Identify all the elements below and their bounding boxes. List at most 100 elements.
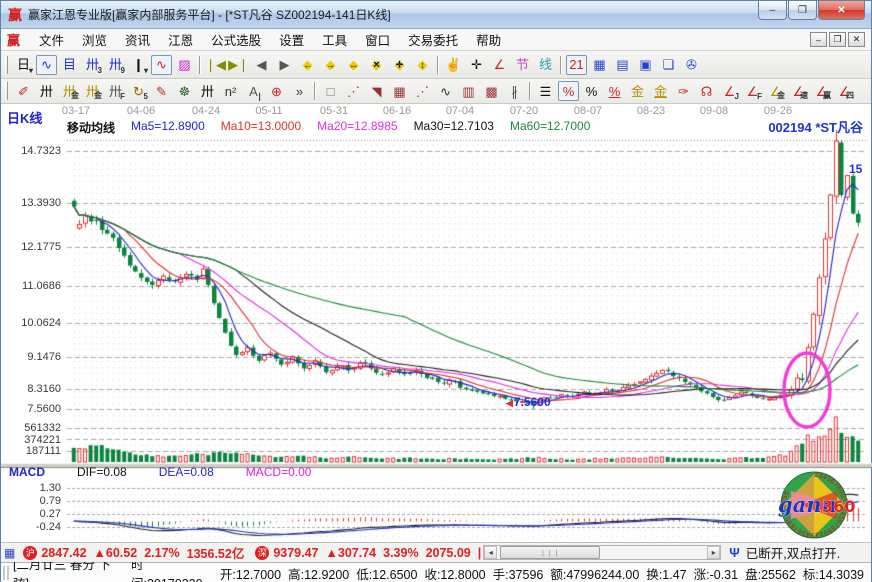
- wave-a-icon[interactable]: ☊: [696, 81, 717, 101]
- menu-browse[interactable]: 浏览: [73, 28, 116, 51]
- angle-speed-icon[interactable]: ∠速: [788, 81, 809, 101]
- menu-window[interactable]: 窗口: [356, 28, 399, 51]
- gold-line-icon[interactable]: 金: [650, 81, 671, 101]
- toolbar-drag-handle[interactable]: [5, 82, 8, 100]
- minimize-button[interactable]: –: [758, 1, 787, 20]
- menu-formula-select[interactable]: 公式选股: [202, 28, 270, 51]
- gann-fan-icon[interactable]: ⋰: [343, 81, 364, 101]
- zoom-vertical-icon[interactable]: ◆↕: [412, 55, 433, 75]
- menu-gann[interactable]: 江恩: [159, 28, 202, 51]
- menu-settings[interactable]: 设置: [270, 28, 313, 51]
- pen-tool-icon[interactable]: ✎: [151, 81, 172, 101]
- target-circle-icon[interactable]: ⊕: [266, 81, 287, 101]
- child-close-button[interactable]: ✕: [848, 32, 865, 47]
- angle-measure-icon[interactable]: ∠: [489, 55, 510, 75]
- box-tool-icon[interactable]: □: [320, 81, 341, 101]
- calculator-tool-icon[interactable]: ▦: [589, 55, 610, 75]
- memo-tool-icon[interactable]: ▤: [612, 55, 633, 75]
- connection-status-text[interactable]: 已断开,双点打开.: [746, 543, 840, 562]
- hatch-tool-icon[interactable]: ∦: [504, 81, 525, 101]
- more-tools-icon[interactable]: »: [289, 81, 310, 101]
- trend-chart-icon[interactable]: ∿: [36, 55, 57, 75]
- scroll-left-arrow[interactable]: ◂: [484, 546, 497, 559]
- menu-trade[interactable]: 交易委托: [399, 28, 467, 51]
- color-chart-icon[interactable]: ▨: [174, 55, 195, 75]
- candle-style-icon[interactable]: ❙▾: [128, 55, 149, 75]
- line-tool-icon[interactable]: 线: [535, 55, 556, 75]
- low-arrow-icon: ◀: [506, 398, 513, 408]
- percent-tool-icon[interactable]: %: [581, 81, 602, 101]
- gold-ratio-v-icon[interactable]: 卅金: [82, 81, 103, 101]
- next-bar-icon[interactable]: ▶: [274, 55, 295, 75]
- n-square-icon[interactable]: n²: [220, 81, 241, 101]
- app-window: 赢 赢家江恩专业版[赢家内部服务平台] - [*ST凡谷 SZ002194-14…: [0, 0, 872, 582]
- system-tool-icon[interactable]: ✇: [681, 55, 702, 75]
- pan-right-icon[interactable]: ◆→: [320, 55, 341, 75]
- date-tick-label: 06-16: [375, 105, 419, 117]
- gann-wave-active-icon[interactable]: ∿: [151, 55, 172, 75]
- expand-chart-icon[interactable]: ◆✛: [389, 55, 410, 75]
- calendar-tool-icon[interactable]: 21: [566, 55, 587, 75]
- kline-period-dropdown-icon[interactable]: 日▾: [13, 55, 34, 75]
- angle-j-icon[interactable]: ∠J: [719, 81, 740, 101]
- menu-tools[interactable]: 工具: [313, 28, 356, 51]
- shrink-chart-icon[interactable]: ◆✕: [366, 55, 387, 75]
- child-restore-button[interactable]: ❐: [829, 32, 846, 47]
- angle-gold-icon[interactable]: ∠金: [765, 81, 786, 101]
- angle-ying-icon[interactable]: ∠赢: [811, 81, 832, 101]
- chart-9day-icon[interactable]: 卅9: [105, 55, 126, 75]
- toolbar-main: 日▾∿目卅3卅9❙▾∿▨❘◀▶❘◀▶◆←◆→◆↔◆✕◆✛◆↕✌✛∠节线21▦▤▣…: [1, 51, 871, 79]
- gann-grid-icon[interactable]: ▦: [389, 81, 410, 101]
- a-channel-icon[interactable]: A❘: [243, 81, 264, 101]
- crosshair-icon[interactable]: ✛: [466, 55, 487, 75]
- fan-lines-icon[interactable]: ⋰: [412, 81, 433, 101]
- fib-levels-icon[interactable]: 卅F: [105, 81, 126, 101]
- toolbar-drag-handle[interactable]: [5, 56, 8, 74]
- macd-axis-label: 0.27: [1, 508, 61, 520]
- child-window-controls: – ❐ ✕: [808, 32, 865, 47]
- grid-tool-3-icon[interactable]: ▩: [481, 81, 502, 101]
- brush-tool-icon[interactable]: ✐: [13, 81, 34, 101]
- gold-circle-icon[interactable]: 金: [627, 81, 648, 101]
- trend-brush-icon[interactable]: ✑: [673, 81, 694, 101]
- child-minimize-button[interactable]: –: [810, 32, 827, 47]
- festival-tool-icon[interactable]: 节: [512, 55, 533, 75]
- menu-help[interactable]: 帮助: [467, 28, 510, 51]
- horizontal-scrollbar[interactable]: ◂ ❘❘❘ ▸: [483, 545, 721, 560]
- grid-tool-2-icon[interactable]: ▥: [458, 81, 479, 101]
- menu-file[interactable]: 文件: [30, 28, 73, 51]
- title-bar[interactable]: 赢 赢家江恩专业版[赢家内部服务平台] - [*ST凡谷 SZ002194-14…: [1, 1, 871, 29]
- angle-f-icon[interactable]: ∠F: [742, 81, 763, 101]
- maximize-button[interactable]: ❐: [788, 1, 817, 20]
- price-levels-icon[interactable]: ☰: [535, 81, 556, 101]
- gann-hash-icon[interactable]: 卅: [36, 81, 57, 101]
- gann-fan-box-icon[interactable]: ◥: [366, 81, 387, 101]
- cycle-wheel-icon[interactable]: ☸: [174, 81, 195, 101]
- sh-index-pct: 2.17%: [144, 546, 179, 560]
- first-page-icon[interactable]: ❘◀: [205, 55, 226, 75]
- percent-retrace-icon[interactable]: %: [558, 81, 579, 101]
- drag-hand-icon[interactable]: ✌: [443, 55, 464, 75]
- hash-plain-icon[interactable]: 卅: [197, 81, 218, 101]
- prev-bar-icon[interactable]: ◀: [251, 55, 272, 75]
- zoom-horizontal-icon[interactable]: ◆↔: [343, 55, 364, 75]
- chart-3day-icon[interactable]: 卅3: [82, 55, 103, 75]
- menu-news[interactable]: 资讯: [116, 28, 159, 51]
- close-button[interactable]: ✕: [818, 1, 865, 20]
- quote-table-icon[interactable]: ▦: [4, 546, 15, 560]
- scroll-right-arrow[interactable]: ▸: [707, 546, 720, 559]
- save-tool-icon[interactable]: ▣: [635, 55, 656, 75]
- percent-line-icon[interactable]: %: [604, 81, 625, 101]
- scrollbar-thumb[interactable]: ❘❘❘: [500, 546, 600, 559]
- macd-axis-label: -0.24: [1, 521, 61, 533]
- spiral-tool-icon[interactable]: ↻5: [128, 81, 149, 101]
- pan-left-icon[interactable]: ◆←: [297, 55, 318, 75]
- last-page-icon[interactable]: ▶❘: [228, 55, 249, 75]
- export-tool-icon[interactable]: ❏: [658, 55, 679, 75]
- angle-four-icon[interactable]: ∠四: [834, 81, 855, 101]
- wave-tool-icon[interactable]: ∿: [435, 81, 456, 101]
- f10-info-icon[interactable]: 目: [59, 55, 80, 75]
- date-tick-label: 08-23: [629, 105, 673, 117]
- gold-ratio-h-icon[interactable]: 卅金: [59, 81, 80, 101]
- position-field: 盘:25562: [745, 564, 796, 582]
